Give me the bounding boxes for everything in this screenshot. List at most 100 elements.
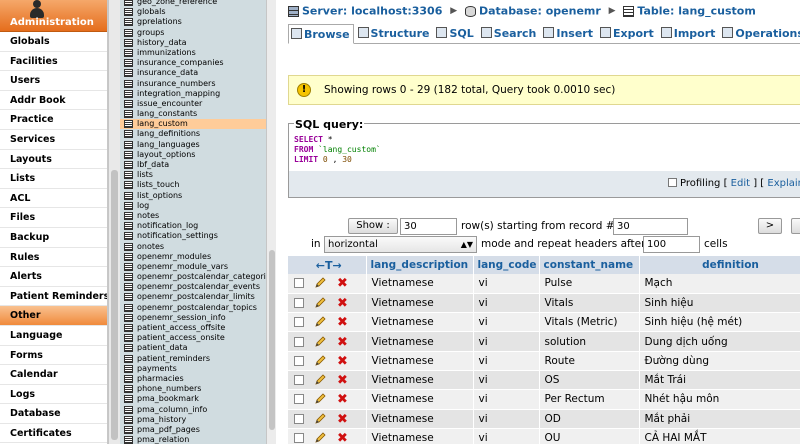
table-list-item[interactable]: openemr_postcalendar_events [120,282,266,292]
table-list-scrollbar[interactable] [266,0,276,444]
pencil-icon[interactable] [314,392,327,405]
column-header-definition[interactable]: definition [639,256,800,274]
display-mode-select[interactable]: horizontal ▲▼ [324,236,477,253]
delete-icon[interactable]: ✖ [337,277,348,290]
table-list-item[interactable]: insurance_numbers [120,79,266,89]
delete-icon[interactable]: ✖ [337,413,348,426]
tab-operations[interactable]: Operations [720,24,800,43]
delete-icon[interactable]: ✖ [337,374,348,387]
table-list-item[interactable]: integration_mapping [120,89,266,99]
admin-menu-item[interactable]: Forms [0,346,107,366]
row-checkbox[interactable] [294,278,304,289]
table-list-item[interactable]: notification_log [120,221,266,231]
table-list-item[interactable]: openemr_module_vars [120,262,266,272]
row-checkbox[interactable] [294,297,304,308]
pencil-icon[interactable] [314,354,327,367]
table-list-item[interactable]: globals [120,7,266,17]
table-list-item[interactable]: notification_settings [120,231,266,241]
table-list-item[interactable]: groups [120,28,266,38]
row-checkbox[interactable] [294,355,304,366]
admin-menu-item[interactable]: Rules [0,248,107,268]
table-list-item[interactable]: patient_access_onsite [120,333,266,343]
pencil-icon[interactable] [314,315,327,328]
table-list-item[interactable]: patient_data [120,343,266,353]
admin-menu-item[interactable]: Files [0,208,107,228]
table-list-item[interactable]: pma_relation [120,435,266,444]
delete-icon[interactable]: ✖ [337,297,348,310]
admin-menu-item[interactable]: Lists [0,169,107,189]
table-list-item[interactable]: onotes [120,242,266,252]
pencil-icon[interactable] [314,431,327,444]
admin-menu-item[interactable]: ACL [0,189,107,209]
tab-structure[interactable]: Structure [356,24,433,43]
show-button[interactable]: Show : [348,218,398,234]
row-checkbox[interactable] [294,317,304,328]
table-list-item[interactable]: patient_access_offsite [120,323,266,333]
profiling-checkbox[interactable] [668,178,677,187]
row-checkbox[interactable] [294,375,304,386]
row-checkbox[interactable] [294,394,304,405]
pencil-icon[interactable] [314,296,327,309]
admin-menu-item[interactable]: Language [0,326,107,346]
table-list-item[interactable]: pma_pdf_pages [120,425,266,435]
admin-menu-scrollbar[interactable] [108,0,120,444]
column-header-lang-code[interactable]: lang_code [473,256,540,274]
last-page-button[interactable] [791,218,800,234]
tab-insert[interactable]: Insert [541,24,596,43]
breadcrumb-table[interactable]: Table: lang_custom [637,5,755,18]
column-header-lang-description[interactable]: lang_description [366,256,474,274]
table-list-item[interactable]: gprelations [120,17,266,27]
row-checkbox[interactable] [294,336,304,347]
table-list-item[interactable]: history_data [120,38,266,48]
repeat-headers-input[interactable]: 100 [643,236,700,253]
breadcrumb-database[interactable]: Database: openemr [479,5,601,18]
next-page-button[interactable]: > [758,218,782,234]
admin-menu-item[interactable]: Backup [0,228,107,248]
table-list-item[interactable]: patient_reminders [120,354,266,364]
column-arrows-header[interactable]: ←T→ [288,256,367,274]
table-list-item[interactable]: layout_options [120,150,266,160]
table-list-item[interactable]: geo_zone_reference [120,0,266,7]
table-list-item[interactable]: openemr_modules [120,252,266,262]
table-list-item[interactable]: pma_history [120,415,266,425]
table-list-item[interactable]: list_options [120,191,266,201]
start-record-input[interactable]: 30 [613,218,688,235]
admin-menu-item[interactable]: Facilities [0,52,107,72]
admin-menu-item[interactable]: Certificates [0,424,107,444]
admin-menu-item[interactable]: Globals [0,32,107,52]
rows-input[interactable]: 30 [400,218,457,235]
table-list-item[interactable]: openemr_postcalendar_categories [120,272,266,282]
admin-header[interactable]: Administration [0,0,107,32]
table-list-item[interactable]: openemr_session_info [120,313,266,323]
admin-menu-item[interactable]: Patient Reminders [0,287,107,307]
table-list-item[interactable]: lists [120,170,266,180]
tab-search[interactable]: Search [479,24,540,43]
table-list-item[interactable]: phone_numbers [120,384,266,394]
delete-icon[interactable]: ✖ [337,316,348,329]
edit-link[interactable]: Edit [731,178,750,189]
delete-icon[interactable]: ✖ [337,393,348,406]
table-list-item[interactable]: lbf_data [120,160,266,170]
delete-icon[interactable]: ✖ [337,355,348,368]
table-list-item[interactable]: log [120,201,266,211]
admin-menu-item[interactable]: Calendar [0,365,107,385]
tab-browse[interactable]: Browse [288,24,354,44]
table-list-item[interactable]: openemr_postcalendar_topics [120,303,266,313]
admin-menu-item[interactable]: Services [0,130,107,150]
delete-icon[interactable]: ✖ [337,432,348,444]
table-list-item[interactable]: immunizations [120,48,266,58]
column-header-constant-name[interactable]: constant_name [539,256,640,274]
delete-icon[interactable]: ✖ [337,336,348,349]
tab-sql[interactable]: SQL [434,24,476,43]
table-list-item[interactable]: notes [120,211,266,221]
admin-menu-item[interactable]: Layouts [0,150,107,170]
pencil-icon[interactable] [314,412,327,425]
pencil-icon[interactable] [314,373,327,386]
table-list-item[interactable]: issue_encounter [120,99,266,109]
table-list-item[interactable]: pma_column_info [120,405,266,415]
tab-export[interactable]: Export [598,24,657,43]
admin-menu-item[interactable]: Users [0,71,107,91]
admin-menu-item[interactable]: Alerts [0,267,107,287]
admin-menu-item[interactable]: Other [0,306,107,326]
breadcrumb-server[interactable]: Server: localhost:3306 [302,5,442,18]
